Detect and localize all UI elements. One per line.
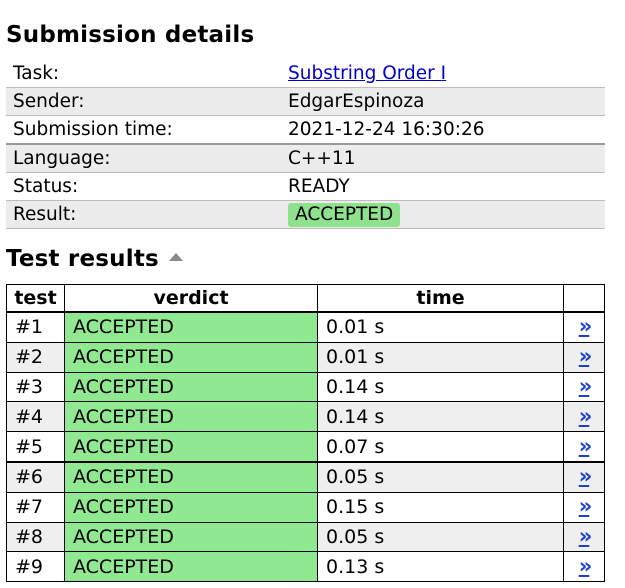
test-verdict: ACCEPTED — [64, 341, 318, 373]
detail-value: 2021-12-24 16:30:26 — [288, 119, 485, 140]
test-time: 0.15 s — [317, 491, 564, 523]
detail-row-result: Result: ACCEPTED — [6, 200, 605, 229]
test-verdict: ACCEPTED — [64, 401, 318, 433]
test-number: #6 — [6, 460, 65, 493]
detail-row-language: Language: C++11 — [6, 143, 605, 173]
test-row: #3 ACCEPTED 0.14 s » — [6, 371, 605, 403]
test-results-title: Test results — [6, 246, 183, 272]
test-time: 0.14 s — [317, 401, 564, 433]
test-row: #2 ACCEPTED 0.01 s » — [6, 341, 605, 373]
test-results-body: #1 ACCEPTED 0.01 s» #2 ACCEPTED 0.01 s» #3 ACCE… — [6, 311, 605, 583]
test-row: #8 ACCEPTED 0.05 s » — [6, 521, 605, 553]
test-row: #7 ACCEPTED 0.15 s » — [6, 491, 605, 523]
test-verdict: ACCEPTED — [64, 431, 318, 463]
test-details-cell: » — [563, 491, 605, 523]
header-time: time — [317, 284, 564, 313]
test-time: 0.01 s — [317, 341, 564, 373]
detail-label: Status: — [13, 176, 79, 197]
detail-row-submission-time: Submission time: 2021-12-24 16:30:26 — [6, 116, 605, 145]
test-details-link-icon[interactable]: » — [579, 375, 592, 396]
test-details-cell: » — [563, 371, 605, 403]
detail-value: C++11 — [281, 143, 605, 173]
test-row: #6 ACCEPTED 0.05 s » — [6, 460, 605, 493]
test-number: #4 — [6, 401, 65, 433]
header-link — [563, 284, 605, 313]
test-row: #5 ACCEPTED 0.07 s » — [6, 431, 605, 463]
detail-label: Task: — [13, 63, 60, 84]
detail-label: Result: — [6, 200, 281, 229]
test-details-cell: » — [563, 341, 605, 373]
test-verdict: ACCEPTED — [64, 311, 318, 343]
header-test: test — [6, 284, 65, 313]
test-details-link-icon[interactable]: » — [579, 435, 592, 456]
test-number: #8 — [6, 521, 65, 553]
detail-row-task: Task: Substring Order I — [6, 60, 605, 88]
test-details-cell: » — [563, 521, 605, 553]
triangle-up-icon[interactable] — [168, 253, 183, 261]
test-time: 0.05 s — [317, 521, 564, 553]
test-time: 0.05 s — [317, 460, 564, 493]
test-details-link-icon[interactable]: » — [579, 555, 592, 576]
detail-label: Sender: — [6, 87, 281, 116]
detail-value: EdgarEspinoza — [281, 87, 605, 116]
test-details-link-icon[interactable]: » — [579, 405, 592, 426]
test-time: 0.07 s — [317, 431, 564, 463]
test-number: #2 — [6, 341, 65, 373]
test-results-table: test verdict time #1 ACCEPTED 0.01 s» #2 ACC… — [6, 284, 605, 583]
test-verdict: ACCEPTED — [64, 551, 318, 583]
test-verdict: ACCEPTED — [64, 371, 318, 403]
submission-details-table: Task: Substring Order I Sender: EdgarEsp… — [6, 60, 605, 229]
test-number: #5 — [6, 431, 65, 463]
detail-row-status: Status: READY — [6, 173, 605, 201]
test-row: #1 ACCEPTED 0.01 s » — [6, 311, 605, 343]
test-number: #3 — [6, 371, 65, 403]
test-time: 0.13 s — [317, 551, 564, 583]
test-verdict: ACCEPTED — [64, 521, 318, 553]
test-details-link-icon[interactable]: » — [579, 346, 592, 367]
test-details-cell: » — [563, 401, 605, 433]
test-time: 0.14 s — [317, 371, 564, 403]
detail-label: Submission time: — [13, 119, 173, 140]
detail-value-cell: ACCEPTED — [281, 200, 605, 229]
test-details-link-icon[interactable]: » — [579, 496, 592, 517]
test-details-link-icon[interactable]: » — [579, 466, 592, 487]
test-results-title-text: Test results — [6, 246, 159, 272]
test-verdict: ACCEPTED — [64, 460, 318, 493]
test-results-header: test verdict time — [6, 284, 605, 313]
test-row: #9 ACCEPTED 0.13 s » — [6, 551, 605, 583]
header-verdict: verdict — [64, 284, 318, 313]
task-link[interactable]: Substring Order I — [288, 63, 446, 84]
result-badge: ACCEPTED — [288, 202, 401, 227]
test-details-cell: » — [563, 551, 605, 583]
submission-details-title: Submission details — [6, 22, 255, 48]
test-details-link-icon[interactable]: » — [579, 316, 592, 337]
detail-label: Language: — [6, 143, 281, 173]
test-details-cell: » — [563, 311, 605, 343]
test-verdict: ACCEPTED — [64, 491, 318, 523]
detail-value: READY — [288, 176, 350, 197]
test-number: #9 — [6, 551, 65, 583]
detail-row-sender: Sender: EdgarEspinoza — [6, 87, 605, 116]
test-row: #4 ACCEPTED 0.14 s » — [6, 401, 605, 433]
test-number: #7 — [6, 491, 65, 523]
test-details-cell: » — [563, 460, 605, 493]
test-time: 0.01 s — [317, 311, 564, 343]
test-details-cell: » — [563, 431, 605, 463]
test-number: #1 — [6, 311, 65, 343]
test-details-link-icon[interactable]: » — [579, 525, 592, 546]
